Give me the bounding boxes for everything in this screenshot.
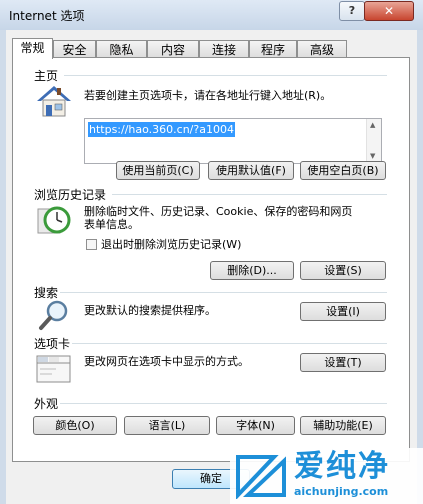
languages-button[interactable]: 语言(L) <box>124 416 210 435</box>
scroll-up-icon[interactable]: ▲ <box>370 121 375 129</box>
tabs-divider <box>72 343 387 344</box>
accessibility-button[interactable]: 辅助功能(E) <box>300 416 386 435</box>
search-description: 更改默认的搜索提供程序。 <box>84 304 216 317</box>
tab-programs[interactable]: 程序 <box>249 40 297 58</box>
use-default-button[interactable]: 使用默认值(F) <box>208 161 294 180</box>
colors-button[interactable]: 颜色(O) <box>33 416 117 435</box>
history-divider <box>112 194 387 195</box>
tab-general[interactable]: 常规 <box>12 38 53 59</box>
use-blank-button[interactable]: 使用空白页(B) <box>300 161 386 180</box>
homepage-divider <box>64 75 387 76</box>
search-divider <box>60 292 387 293</box>
appearance-section-title: 外观 <box>34 397 59 411</box>
url-scrollbar[interactable]: ▲ ▼ <box>366 119 381 163</box>
search-settings-button[interactable]: 设置(I) <box>300 302 386 321</box>
history-description-line1: 删除临时文件、历史记录、Cookie、保存的密码和网页 <box>84 205 353 218</box>
tab-content[interactable]: 内容 <box>147 40 199 58</box>
magnifier-icon <box>39 300 68 330</box>
scroll-down-icon[interactable]: ▼ <box>370 152 375 160</box>
watermark-logo-icon <box>236 455 286 499</box>
tabs-section-title: 选项卡 <box>34 337 71 351</box>
tab-security[interactable]: 安全 <box>53 40 96 58</box>
delete-history-on-exit-checkbox[interactable] <box>86 239 97 250</box>
use-current-page-button[interactable]: 使用当前页(C) <box>116 161 200 180</box>
window-title: Internet 选项 <box>9 9 85 23</box>
tab-privacy[interactable]: 隐私 <box>96 40 147 58</box>
tabs-settings-button[interactable]: 设置(T) <box>300 353 386 372</box>
appearance-divider <box>60 403 387 404</box>
homepage-section-title: 主页 <box>34 69 59 83</box>
watermark-brand: 爱纯净 <box>294 449 390 484</box>
history-description-line2: 表单信息。 <box>84 218 139 231</box>
tab-connections[interactable]: 连接 <box>199 40 249 58</box>
history-settings-button[interactable]: 设置(S) <box>300 261 386 280</box>
help-button[interactable]: ? <box>339 1 365 21</box>
homepage-url-text: https://hao.360.cn/?a1004 <box>88 122 235 137</box>
homepage-description: 若要创建主页选项卡，请在各地址行键入地址(R)。 <box>84 89 332 102</box>
delete-history-on-exit-label[interactable]: 退出时删除浏览历史记录(W) <box>101 238 241 251</box>
tabs-description: 更改网页在选项卡中显示的方式。 <box>84 355 249 368</box>
watermark-url: aichunjing.com <box>294 485 389 498</box>
house-icon <box>37 86 71 117</box>
tab-advanced[interactable]: 高级 <box>297 40 347 58</box>
tab-window-icon <box>36 355 71 383</box>
close-button[interactable]: ✕ <box>364 1 414 21</box>
history-clock-icon <box>37 206 71 234</box>
history-section-title: 浏览历史记录 <box>34 188 107 202</box>
fonts-button[interactable]: 字体(N) <box>216 416 295 435</box>
homepage-url-textbox[interactable]: https://hao.360.cn/?a1004 ▲ ▼ <box>84 118 382 164</box>
delete-history-button[interactable]: 删除(D)... <box>210 261 294 280</box>
